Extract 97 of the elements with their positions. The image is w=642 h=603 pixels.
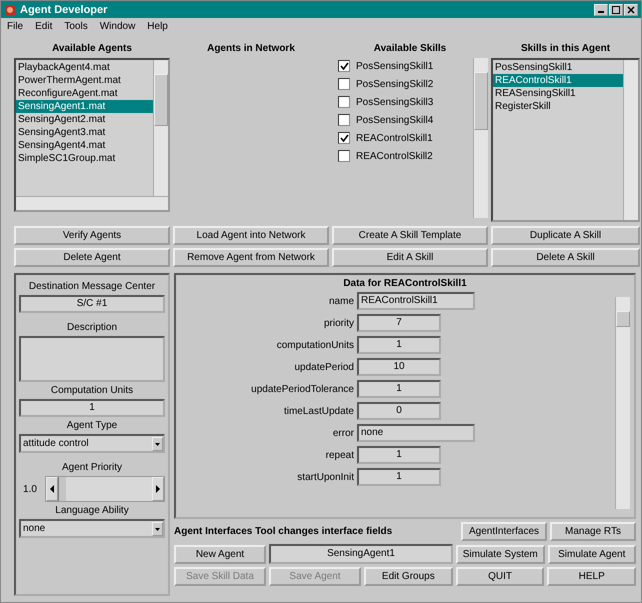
list-item[interactable]: SensingAgent1.mat <box>16 100 153 113</box>
action-button[interactable]: Load Agent into Network <box>173 226 329 245</box>
field-label: timeLastUpdate <box>282 406 354 416</box>
menu-item[interactable]: File <box>7 20 24 32</box>
scrollbar[interactable] <box>16 196 168 210</box>
list-item[interactable]: RegisterSkill <box>493 100 623 113</box>
checkbox[interactable] <box>338 78 350 90</box>
agent-type-dropdown[interactable]: attitude control <box>19 434 165 453</box>
list-heading: Skills in this Agent <box>520 42 612 56</box>
maximize-button[interactable] <box>609 4 623 16</box>
minimize-button[interactable] <box>594 4 608 16</box>
field-label: error <box>332 428 354 438</box>
field-label: Destination Message Center <box>28 281 156 292</box>
window-title: Agent Developer <box>20 4 108 16</box>
action-button[interactable]: Verify Agents <box>14 226 170 245</box>
action-button[interactable]: Edit Groups <box>364 567 453 586</box>
action-button[interactable]: Delete Agent <box>14 248 170 267</box>
field-label: startUponInit <box>296 472 354 482</box>
skill-label: PosSensingSkill4 <box>356 114 434 126</box>
action-button[interactable]: Simulate Agent <box>548 544 636 564</box>
action-button[interactable]: Remove Agent from Network <box>173 248 329 267</box>
input-field[interactable]: REAControlSkill1 <box>357 292 475 310</box>
skill-label: PosSensingSkill3 <box>356 96 434 108</box>
close-icon <box>627 6 635 14</box>
scrollbar[interactable] <box>153 60 168 196</box>
skill-label: REAControlSkill1 <box>356 132 433 144</box>
input-field[interactable]: 1 <box>357 468 441 486</box>
slider-thumb[interactable] <box>58 477 66 501</box>
list-item[interactable]: REAControlSkill1 <box>493 74 623 87</box>
checkbox[interactable] <box>338 114 350 126</box>
priority-value: 1.0 <box>22 484 38 494</box>
field-label: Computation Units <box>50 385 134 396</box>
language-dropdown[interactable]: none <box>19 519 165 538</box>
action-button[interactable]: Simulate System <box>456 544 544 564</box>
menu-item[interactable]: Edit <box>35 20 52 32</box>
action-button[interactable]: New Agent <box>174 544 266 564</box>
panel-title: Data for REAControlSkill1 <box>342 277 468 291</box>
list-item[interactable]: ReconfigureAgent.mat <box>16 87 153 100</box>
list-heading: Agents in Network <box>206 42 296 56</box>
list-item[interactable]: PowerThermAgent.mat <box>16 74 153 87</box>
action-button[interactable]: Manage RTs <box>550 522 636 541</box>
checkbox[interactable] <box>338 96 350 108</box>
input-field[interactable]: 0 <box>357 402 441 420</box>
action-button[interactable]: AgentInterfaces <box>461 522 547 541</box>
field-label: Language Ability <box>54 505 130 516</box>
app-icon <box>4 4 16 16</box>
scrollbar[interactable] <box>615 297 630 509</box>
list-item[interactable]: SimpleSC1Group.mat <box>16 152 153 165</box>
input-field[interactable]: 1 <box>357 446 441 464</box>
action-button[interactable]: Edit A Skill <box>332 248 488 267</box>
list-item[interactable]: PosSensingSkill1 <box>493 61 623 74</box>
checkbox[interactable] <box>338 150 350 162</box>
action-button[interactable]: Create A Skill Template <box>332 226 488 245</box>
list-item[interactable]: SensingAgent2.mat <box>16 113 153 126</box>
action-button[interactable]: QUIT <box>456 567 544 586</box>
minimize-icon <box>598 11 604 13</box>
input-field[interactable]: 1 <box>357 336 441 354</box>
field-label: updatePeriod <box>294 362 354 372</box>
skill-label: REAControlSkill2 <box>356 150 433 162</box>
scrollbar[interactable] <box>623 60 638 220</box>
checkbox[interactable] <box>338 60 350 72</box>
list-heading: Available Agents <box>51 42 133 56</box>
interface-note: Agent Interfaces Tool changes interface fields <box>174 526 394 537</box>
action-button[interactable]: Duplicate A Skill <box>491 226 640 245</box>
computation-units-field[interactable]: 1 <box>19 399 165 417</box>
skill-label: PosSensingSkill1 <box>356 60 434 72</box>
skill-label: PosSensingSkill2 <box>356 78 434 90</box>
field-label: Description <box>66 322 118 333</box>
input-field[interactable]: 7 <box>357 314 441 332</box>
menu-item[interactable]: Window <box>100 20 136 32</box>
list-item[interactable]: SensingAgent3.mat <box>16 126 153 139</box>
scrollbar[interactable] <box>473 58 488 218</box>
close-button[interactable] <box>624 4 638 16</box>
action-button[interactable]: HELP <box>547 567 636 586</box>
priority-slider[interactable] <box>45 476 165 502</box>
field-label: updatePeriodTolerance <box>250 384 354 394</box>
field-label: priority <box>322 318 354 328</box>
field-label: Agent Priority <box>60 462 124 473</box>
checkbox[interactable] <box>338 132 350 144</box>
list-item[interactable]: PlaybackAgent4.mat <box>16 61 153 74</box>
agent-name-field[interactable]: SensingAgent1 <box>269 544 453 564</box>
field-label: repeat <box>324 450 354 460</box>
field-label: Agent Type <box>66 420 118 431</box>
field-label: name <box>328 296 354 306</box>
input-field[interactable]: none <box>357 424 475 442</box>
list-heading: Available Skills <box>372 42 448 56</box>
input-field[interactable]: 10 <box>357 358 441 376</box>
input-field[interactable]: 1 <box>357 380 441 398</box>
field-label: computationUnits <box>276 340 354 350</box>
destination-field[interactable]: S/C #1 <box>19 295 165 313</box>
menu-item[interactable]: Help <box>147 20 168 32</box>
maximize-icon <box>612 6 620 14</box>
list-item[interactable]: REASensingSkill1 <box>493 87 623 100</box>
description-field[interactable] <box>19 336 165 382</box>
list-item[interactable]: SensingAgent4.mat <box>16 139 153 152</box>
menu-item[interactable]: Tools <box>64 20 88 32</box>
action-button[interactable]: Delete A Skill <box>491 248 640 267</box>
